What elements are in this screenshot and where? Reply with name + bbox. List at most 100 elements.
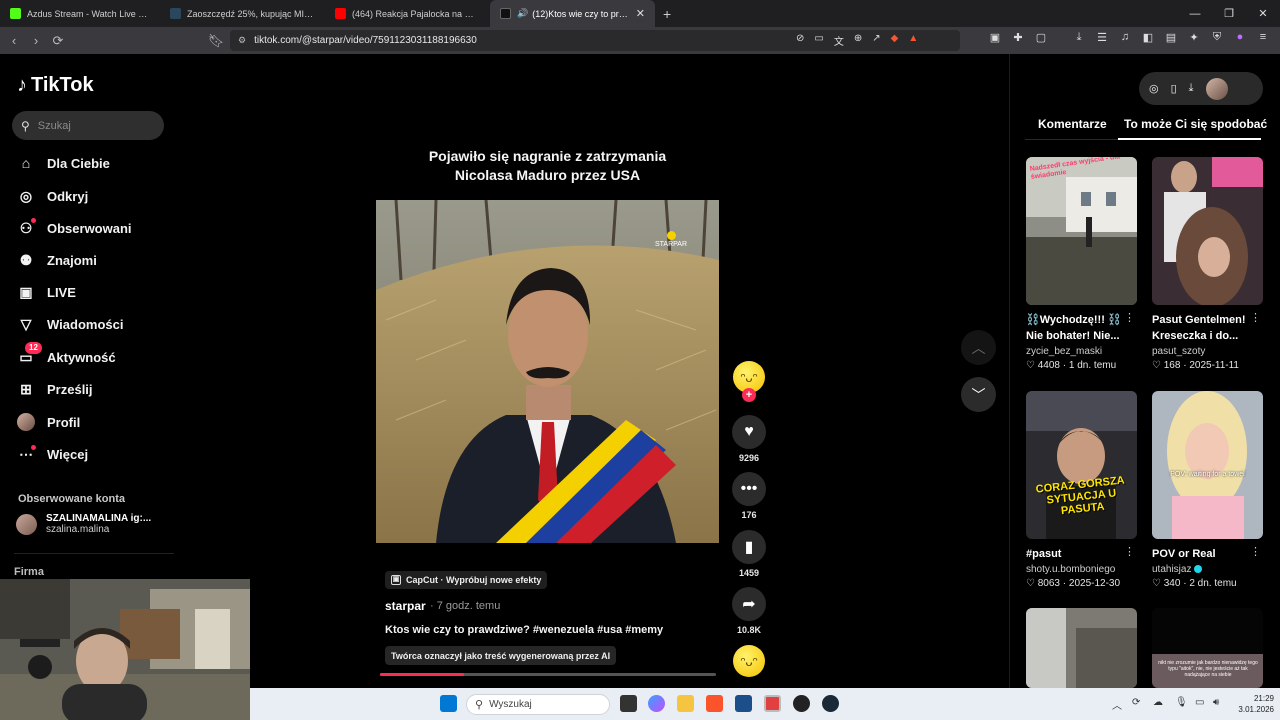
tray-onedrive-icon[interactable]: ☁ bbox=[1153, 697, 1163, 708]
video-player[interactable] bbox=[376, 200, 719, 543]
bookmark-icon[interactable]: ▮ bbox=[732, 530, 766, 564]
copilot-icon[interactable] bbox=[648, 695, 665, 712]
more-options-icon[interactable]: ⋮ bbox=[1250, 311, 1261, 324]
tiktok-logo[interactable]: ♪ TikTok bbox=[17, 74, 94, 97]
sidebar-icon[interactable]: ◧ bbox=[1141, 31, 1155, 44]
steam-icon[interactable] bbox=[822, 695, 839, 712]
share-icon[interactable]: ↗ bbox=[872, 33, 880, 48]
recommended-video-card[interactable]: CORAZ GORSZA SYTUACJA U PASUTA #pasut ⋮ … bbox=[1026, 391, 1137, 589]
close-window-icon[interactable]: ✕ bbox=[1246, 7, 1280, 20]
media-icon[interactable]: ♫ bbox=[1118, 31, 1132, 44]
cast-icon[interactable]: ▭ bbox=[814, 33, 823, 48]
microphone-icon[interactable]: 🎙︎ bbox=[1175, 697, 1188, 708]
compass-icon[interactable]: ◎ bbox=[1149, 82, 1159, 95]
browser-tab-tiktok[interactable]: 🔊 (12)Ktos wie czy to prawdziwe ✕ bbox=[490, 0, 655, 27]
sidebar-item-upload[interactable]: ⊞ Prześlij bbox=[17, 378, 92, 400]
heart-icon[interactable]: ♥ bbox=[732, 415, 766, 449]
obs-icon[interactable] bbox=[793, 695, 810, 712]
site-settings-icon[interactable]: ⚙ bbox=[238, 35, 246, 46]
back-button[interactable]: ‹ bbox=[3, 33, 25, 48]
bookmarks-icon[interactable]: ☰ bbox=[1095, 31, 1109, 44]
translate-icon[interactable]: 文 bbox=[834, 33, 844, 48]
volume-icon[interactable]: 🔊︎ bbox=[1213, 697, 1219, 708]
recommended-video-card[interactable]: Pasut Gentelmen! Kreseczka i do... ⋮ pas… bbox=[1152, 157, 1263, 371]
task-view-icon[interactable] bbox=[620, 695, 637, 712]
card-username[interactable]: shoty.u.bomboniego bbox=[1026, 564, 1137, 575]
sidebar-item-live[interactable]: ▣ LIVE bbox=[17, 281, 76, 303]
avatar[interactable] bbox=[1205, 77, 1228, 100]
more-options-icon[interactable]: ⋮ bbox=[1124, 545, 1135, 558]
search-input[interactable]: ⚲ Szukaj bbox=[12, 111, 164, 140]
video-progress-bar[interactable] bbox=[380, 673, 716, 676]
video-thumbnail[interactable]: nikt nie zrozumie jak bardzo nienawidzę … bbox=[1152, 608, 1263, 688]
sidebar-item-explore[interactable]: ◎ Odkryj bbox=[17, 185, 88, 207]
download-icon[interactable]: ⤓ bbox=[1189, 82, 1194, 95]
file-explorer-icon[interactable] bbox=[677, 695, 694, 712]
store-icon[interactable] bbox=[735, 695, 752, 712]
music-disc-icon[interactable]: ᵔᴗᵔ bbox=[733, 645, 765, 677]
extension-icon[interactable]: ▣ bbox=[988, 31, 1002, 44]
no-camera-icon[interactable]: ⊘ bbox=[796, 33, 804, 48]
more-options-icon[interactable]: ⋮ bbox=[1250, 545, 1261, 558]
share-arrow-icon[interactable]: ➦ bbox=[732, 587, 766, 621]
next-video-button[interactable]: ﹀ bbox=[961, 377, 996, 412]
download-icon[interactable]: ⤓ bbox=[1072, 31, 1086, 44]
share-action[interactable]: ➦ 10.8K bbox=[731, 587, 767, 635]
puzzle-icon[interactable]: ✚ bbox=[1011, 31, 1025, 44]
network-icon[interactable]: ▭ bbox=[1195, 697, 1204, 708]
sidebar-item-messages[interactable]: ▽ Wiadomości bbox=[17, 313, 124, 335]
save-action[interactable]: ▮ 1459 bbox=[731, 530, 767, 578]
card-username[interactable]: pasut_szoty bbox=[1152, 346, 1263, 357]
taskbar-clock[interactable]: 21:29 3.01.2026 bbox=[1238, 693, 1274, 715]
recommended-video-card[interactable]: POV: waiting for a towel POV or Real ⋮ u… bbox=[1152, 391, 1263, 589]
wallet-icon[interactable]: ▤ bbox=[1164, 31, 1178, 44]
comment-icon[interactable]: ••• bbox=[732, 472, 766, 506]
vpn-icon[interactable]: ⛨ bbox=[1210, 31, 1224, 44]
video-thumbnail[interactable]: POV: waiting for a towel bbox=[1152, 391, 1263, 539]
capcut-link[interactable]: ▣ CapCut · Wypróbuj nowe efekty bbox=[385, 571, 548, 589]
leo-ai-icon[interactable]: ✦ bbox=[1187, 31, 1201, 44]
video-thumbnail[interactable]: CORAZ GORSZA SYTUACJA U PASUTA bbox=[1026, 391, 1137, 539]
tray-app-icon[interactable]: ⟳ bbox=[1132, 697, 1140, 708]
card-username[interactable]: utahisjaz bbox=[1152, 564, 1263, 575]
recommended-video-card[interactable]: nikt nie zrozumie jak bardzo nienawidzę … bbox=[1152, 608, 1263, 688]
sidebar-item-following[interactable]: ⚇ Obserwowani bbox=[17, 217, 132, 239]
brave-active-icon[interactable] bbox=[764, 695, 781, 712]
sidebar-item-more[interactable]: ⋯ Więcej bbox=[17, 443, 88, 465]
card-username[interactable]: zycie_bez_maski bbox=[1026, 346, 1137, 357]
like-action[interactable]: ♥ 9296 bbox=[731, 415, 767, 463]
screenshot-icon[interactable]: ▢ bbox=[1034, 31, 1048, 44]
video-thumbnail[interactable]: Nadszedł czas wyjścia - dla świadomie bbox=[1026, 157, 1137, 305]
followed-account[interactable]: SZALINAMALINA ig:... szalina.malina bbox=[16, 513, 151, 535]
brave-browser-icon[interactable] bbox=[706, 695, 723, 712]
new-tab-button[interactable]: + bbox=[663, 6, 671, 22]
follow-button[interactable]: + bbox=[742, 388, 756, 402]
restore-icon[interactable]: ❐ bbox=[1212, 7, 1246, 20]
video-author[interactable]: starpar bbox=[385, 599, 426, 613]
close-tab-icon[interactable]: ✕ bbox=[636, 7, 645, 20]
browser-tab-steam[interactable]: Zaoszczędź 25%, kupując MISERY na bbox=[160, 0, 325, 27]
browser-tab-youtube[interactable]: (464) Reakcja Pajalocka na materiał z bbox=[325, 0, 490, 27]
tray-chevron-icon[interactable]: ︿ bbox=[1112, 697, 1122, 712]
device-icon[interactable]: ▯ bbox=[1171, 82, 1177, 95]
zoom-icon[interactable]: ⊕ bbox=[854, 33, 862, 48]
reload-button[interactable]: ⟳ bbox=[47, 33, 69, 49]
menu-icon[interactable]: ≡ bbox=[1256, 31, 1270, 44]
sidebar-item-friends[interactable]: ⚉ Znajomi bbox=[17, 249, 97, 271]
sidebar-item-for-you[interactable]: ⌂ Dla Ciebie bbox=[17, 152, 110, 174]
brave-rewards-icon[interactable]: ▲ bbox=[908, 33, 918, 48]
video-thumbnail[interactable] bbox=[1152, 157, 1263, 305]
more-options-icon[interactable]: ⋮ bbox=[1124, 311, 1135, 324]
sidebar-item-profile[interactable]: Profil bbox=[17, 411, 80, 433]
windows-start-icon[interactable] bbox=[440, 695, 457, 712]
tab-recommended[interactable]: To może Ci się spodobać bbox=[1124, 117, 1267, 131]
brave-shields-icon[interactable]: ◆ bbox=[891, 33, 899, 48]
recommended-video-card[interactable]: Nadszedł czas wyjścia - dla świadomie ⛓️… bbox=[1026, 157, 1137, 371]
taskbar-search-input[interactable]: ⚲ Wyszukaj bbox=[466, 694, 610, 715]
profile-icon[interactable]: ● bbox=[1233, 31, 1247, 44]
recommended-video-card[interactable] bbox=[1026, 608, 1137, 688]
bookmark-icon[interactable]: 🔖︎ bbox=[205, 33, 227, 49]
sidebar-item-activity[interactable]: ▭ 12 Aktywność bbox=[17, 342, 116, 368]
forward-button[interactable]: › bbox=[25, 33, 47, 48]
tab-comments[interactable]: Komentarze bbox=[1038, 117, 1107, 131]
